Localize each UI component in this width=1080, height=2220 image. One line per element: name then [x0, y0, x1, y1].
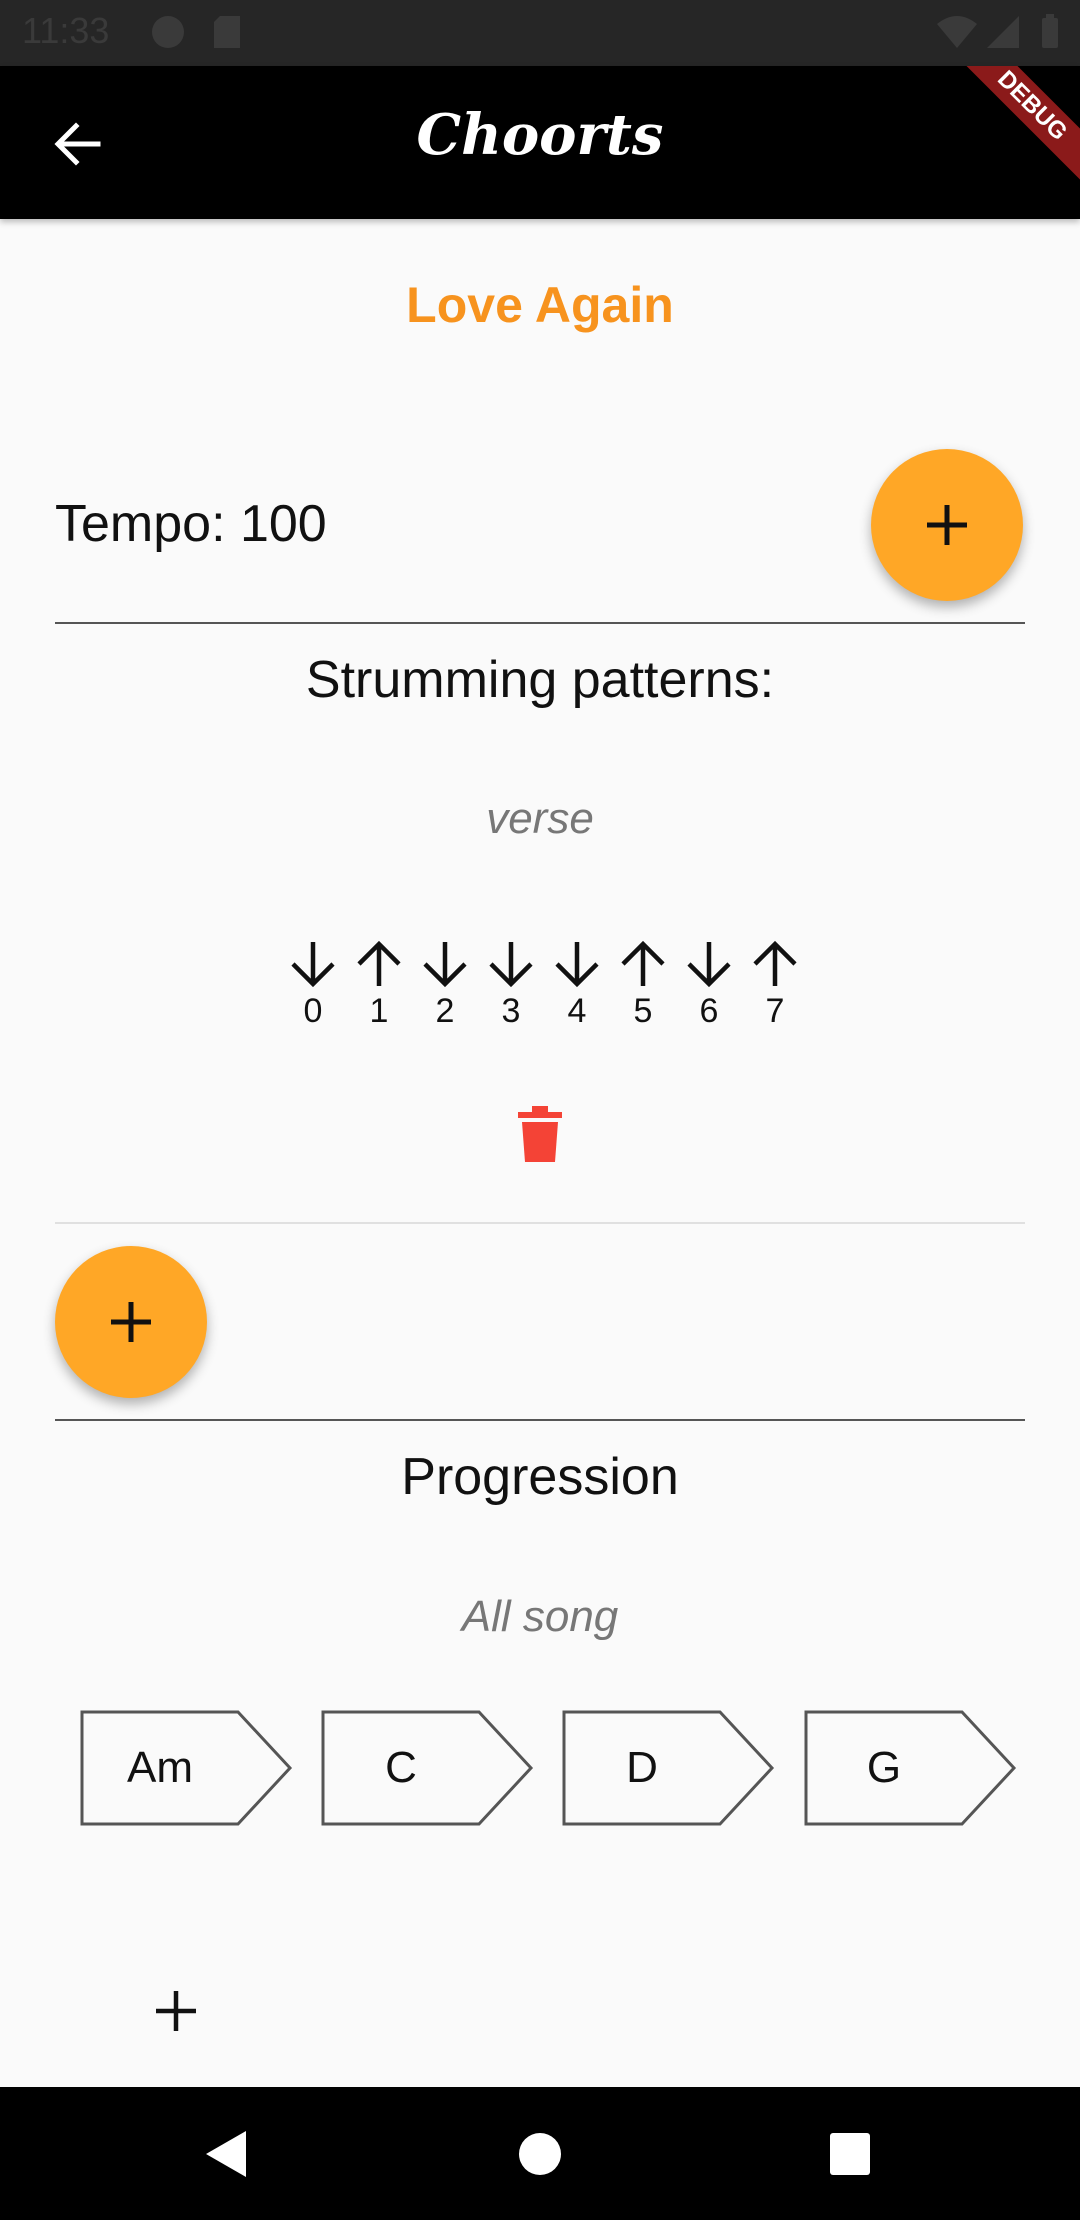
- nav-back-icon[interactable]: [204, 2129, 248, 2184]
- nav-recents-icon[interactable]: [828, 2129, 872, 2184]
- strum-index: 5: [633, 992, 653, 1030]
- trash-icon: [518, 1106, 562, 1162]
- divider: [55, 1419, 1025, 1421]
- chord-label: Am: [127, 1743, 193, 1792]
- app-bar: Choorts DEBUG: [0, 66, 1080, 219]
- arrow-down-icon: [489, 942, 533, 988]
- song-title: Love Again: [406, 277, 674, 333]
- chord-chip[interactable]: Am: [80, 1710, 294, 1826]
- app-title: Choorts: [416, 102, 664, 168]
- divider: [55, 1222, 1025, 1224]
- chord-chip[interactable]: D: [562, 1710, 776, 1826]
- divider: [55, 622, 1025, 624]
- strum-index: 3: [501, 992, 521, 1030]
- add-chord-button[interactable]: [150, 1985, 202, 2037]
- chord-chip[interactable]: C: [321, 1710, 535, 1826]
- arrow-down-icon: [423, 942, 467, 988]
- wifi-icon: [935, 14, 979, 55]
- status-time: 11:33: [22, 10, 110, 51]
- chord-chip[interactable]: G: [804, 1710, 1018, 1826]
- signal-icon: [985, 14, 1021, 55]
- strum-index: 2: [435, 992, 455, 1030]
- strum-index: 1: [369, 992, 389, 1030]
- strum-index: 0: [303, 992, 323, 1030]
- strumming-heading: Strumming patterns:: [305, 651, 775, 709]
- battery-icon: [1040, 14, 1060, 55]
- status-bar: 11:33: [0, 0, 1080, 66]
- pattern-name: verse: [486, 794, 594, 843]
- strum-item: 3: [478, 938, 544, 1031]
- arrow-up-icon: [357, 940, 401, 986]
- strum-item: 6: [676, 938, 742, 1031]
- tempo-label: Tempo: 100: [55, 495, 327, 553]
- strum-item: 5: [610, 938, 676, 1031]
- arrow-down-icon: [687, 942, 731, 988]
- add-pattern-button[interactable]: [55, 1246, 207, 1398]
- progression-heading: Progression: [401, 1448, 679, 1506]
- strum-pattern: 0 1 2 3 4 5 6 7: [280, 938, 800, 1048]
- progression-name: All song: [461, 1592, 619, 1641]
- plus-icon: [111, 1302, 151, 1342]
- arrow-down-icon: [291, 942, 335, 988]
- strum-item: 0: [280, 938, 346, 1031]
- delete-pattern-button[interactable]: [516, 1106, 564, 1162]
- strum-item: 2: [412, 938, 478, 1031]
- strum-index: 6: [699, 992, 719, 1030]
- add-tempo-button[interactable]: [871, 449, 1023, 601]
- system-nav-bar: [0, 2087, 1080, 2220]
- plus-icon: [927, 505, 967, 545]
- strum-index: 4: [567, 992, 587, 1030]
- strum-index: 7: [765, 992, 785, 1030]
- plus-icon: [156, 1991, 196, 2031]
- arrow-down-icon: [555, 942, 599, 988]
- chord-label: C: [385, 1743, 417, 1792]
- chord-label: G: [866, 1743, 902, 1792]
- nav-home-icon[interactable]: [518, 2129, 562, 2184]
- chord-progression: Am C D G: [80, 1710, 1020, 1830]
- notification-icon: [150, 14, 186, 55]
- arrow-up-icon: [753, 940, 797, 986]
- sd-card-icon: [212, 14, 242, 55]
- strum-item: 1: [346, 938, 412, 1031]
- strum-item: 7: [742, 938, 808, 1031]
- strum-item: 4: [544, 938, 610, 1031]
- arrow-up-icon: [621, 940, 665, 986]
- chord-label: D: [626, 1743, 658, 1792]
